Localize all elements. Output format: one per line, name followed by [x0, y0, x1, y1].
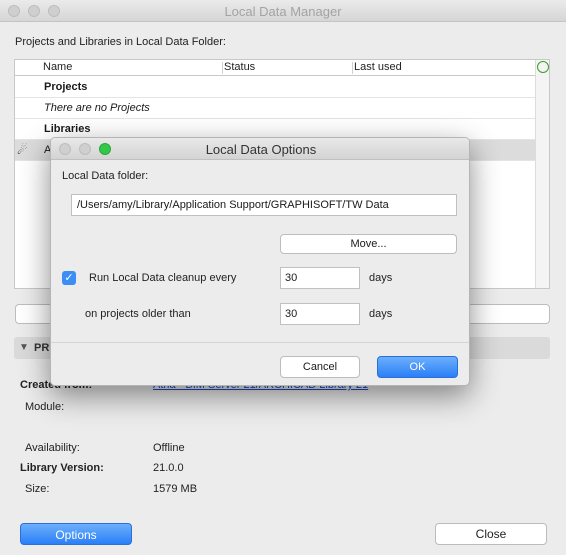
availability-value: Offline	[153, 442, 185, 454]
dialog-title: Local Data Options	[205, 142, 317, 157]
properties-header-label: PR	[34, 342, 50, 354]
options-button[interactable]: Options	[20, 523, 132, 545]
row-label: Projects	[44, 81, 88, 93]
section-label: Projects and Libraries in Local Data Fol…	[15, 36, 226, 48]
table-row[interactable]: Projects	[15, 77, 535, 98]
local-data-options-dialog: Local Data Options Local Data folder: /U…	[50, 137, 470, 386]
row-label: Libraries	[44, 123, 91, 135]
table-header: Name Status Last used	[15, 60, 536, 76]
column-header-status[interactable]: Status	[224, 61, 255, 73]
row-label: There are no Projects	[44, 102, 150, 114]
disclosure-triangle-icon[interactable]: ▼	[19, 342, 29, 353]
older-than-label: on projects older than	[85, 308, 191, 320]
close-button[interactable]: Close	[435, 523, 547, 545]
table-row: There are no Projects	[15, 98, 535, 119]
dialog-titlebar: Local Data Options	[51, 138, 469, 160]
cleanup-unit: days	[369, 272, 393, 284]
move-button[interactable]: Move...	[280, 234, 457, 254]
ok-button[interactable]: OK	[377, 356, 458, 378]
size-label: Size:	[25, 483, 50, 495]
cleanup-checkbox[interactable]: ✓	[62, 271, 76, 285]
window-title: Local Data Manager	[224, 4, 342, 19]
cleanup-days-field[interactable]: 30	[280, 267, 360, 289]
column-header-name[interactable]: Name	[43, 61, 72, 73]
older-than-days-field[interactable]: 30	[280, 303, 360, 325]
table-scrollbar[interactable]	[535, 60, 549, 288]
local-data-folder-label: Local Data folder:	[62, 170, 149, 182]
library-version-value: 21.0.0	[153, 462, 184, 474]
column-divider	[222, 62, 223, 74]
cancel-button[interactable]: Cancel	[280, 356, 360, 378]
module-label: Module:	[25, 401, 65, 413]
availability-label: Availability:	[25, 442, 80, 454]
cleanup-label: Run Local Data cleanup every	[89, 272, 237, 284]
library-version-label: Library Version:	[20, 462, 104, 474]
column-divider	[352, 62, 353, 74]
window-titlebar: Local Data Manager	[0, 0, 566, 22]
column-header-last-used[interactable]: Last used	[354, 61, 402, 73]
older-than-unit: days	[369, 308, 393, 320]
size-value: 1579 MB	[153, 483, 198, 495]
library-icon: ☄	[17, 143, 28, 157]
dialog-divider	[51, 342, 469, 343]
refresh-icon[interactable]	[537, 61, 549, 73]
local-data-folder-field[interactable]: /Users/amy/Library/Application Support/G…	[71, 194, 457, 216]
